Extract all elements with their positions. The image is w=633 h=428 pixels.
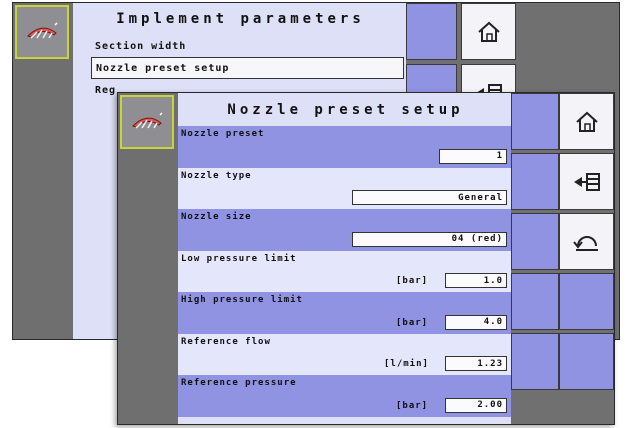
param-row-reference-flow[interactable]: Reference flow [l/min] 1.23	[178, 333, 513, 375]
left-strip	[118, 93, 178, 424]
page-title: Implement parameters	[116, 11, 365, 27]
home-icon	[575, 111, 598, 132]
blank-button[interactable]	[559, 273, 614, 330]
menu-back-icon	[573, 172, 600, 191]
undo-icon	[572, 235, 598, 251]
blank-button[interactable]	[511, 93, 559, 150]
sprayer-tile[interactable]	[15, 5, 69, 59]
param-unit: [bar]	[396, 276, 429, 286]
nozzle-preset-setup-screen: Nozzle preset setup Nozzle preset 1 Nozz…	[117, 92, 615, 425]
param-label: Low pressure limit	[181, 253, 297, 264]
param-label: Nozzle type	[181, 170, 252, 181]
param-unit: [bar]	[396, 400, 429, 411]
param-unit: [l/min]	[384, 359, 429, 369]
left-strip	[13, 3, 73, 339]
param-row-nozzle-type[interactable]: Nozzle type General	[178, 167, 513, 209]
reference-flow-field[interactable]: 1.23	[445, 356, 507, 371]
blank-button[interactable]	[559, 333, 614, 390]
param-label: Reference flow	[181, 336, 271, 347]
nozzle-size-field[interactable]: 04 (red)	[352, 231, 507, 247]
param-row-nozzle-preset[interactable]: Nozzle preset 1	[178, 126, 513, 168]
nozzle-type-field[interactable]: General	[352, 190, 507, 205]
sprayer-tile[interactable]	[120, 95, 174, 149]
home-button[interactable]	[559, 93, 614, 150]
blank-button[interactable]	[511, 213, 559, 270]
param-unit: [bar]	[396, 317, 429, 328]
high-pressure-limit-field[interactable]: 4.0	[445, 314, 507, 330]
nozzle-preset-field[interactable]: 1	[439, 148, 507, 164]
sprayer-icon	[27, 22, 58, 39]
low-pressure-limit-field[interactable]: 1.0	[445, 273, 507, 288]
page-title: Nozzle preset setup	[227, 101, 464, 118]
front-button-column	[511, 93, 614, 424]
param-label: Nozzle preset	[181, 129, 265, 139]
home-button[interactable]	[461, 3, 516, 60]
undo-button[interactable]	[559, 213, 614, 270]
blank-button[interactable]	[511, 333, 559, 390]
param-row-reference-pressure[interactable]: Reference pressure [bar] 2.00	[178, 375, 513, 417]
param-row-low-pressure-limit[interactable]: Low pressure limit [bar] 1.0	[178, 250, 513, 292]
home-icon	[477, 21, 500, 42]
blank-button[interactable]	[406, 3, 457, 60]
reference-pressure-field[interactable]: 2.00	[445, 397, 507, 413]
param-label: Reference pressure	[181, 378, 297, 388]
blank-button[interactable]	[511, 273, 559, 330]
menu-back-button[interactable]	[559, 153, 614, 210]
nozzle-preset-panel: Nozzle preset setup Nozzle preset 1 Nozz…	[178, 93, 513, 424]
menu-item-section-width[interactable]: Section width	[73, 35, 408, 57]
sprayer-icon	[132, 112, 163, 129]
param-label: High pressure limit	[181, 295, 303, 305]
param-row-nozzle-size[interactable]: Nozzle size 04 (red)	[178, 209, 513, 251]
blank-button[interactable]	[511, 153, 559, 210]
param-row-high-pressure-limit[interactable]: High pressure limit [bar] 4.0	[178, 292, 513, 334]
param-label: Nozzle size	[181, 212, 252, 222]
menu-item-nozzle-preset-setup[interactable]: Nozzle preset setup	[91, 57, 404, 79]
